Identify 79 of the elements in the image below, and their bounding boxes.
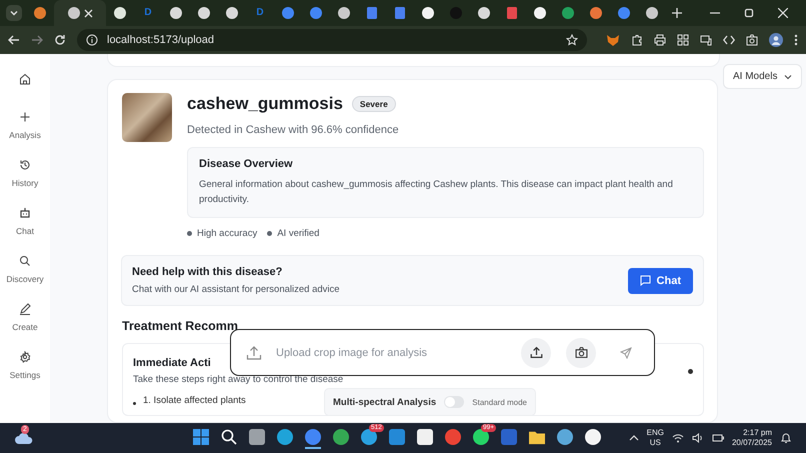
- puzzle-icon[interactable]: [631, 34, 643, 46]
- devices-icon[interactable]: [700, 34, 712, 46]
- tab-favicon-letter: D: [256, 7, 264, 19]
- restore-icon[interactable]: [744, 8, 754, 18]
- treatment-step: 1. Isolate affected plants: [143, 395, 246, 406]
- browser-tab[interactable]: D: [246, 0, 274, 26]
- code-icon[interactable]: [723, 34, 735, 46]
- camera-icon: [574, 346, 588, 359]
- language-indicator[interactable]: ENG US: [646, 428, 664, 448]
- star-icon[interactable]: [566, 34, 578, 46]
- close-icon[interactable]: [778, 8, 788, 18]
- extension-fox-icon[interactable]: [606, 34, 620, 46]
- back-icon[interactable]: [8, 34, 20, 46]
- sidebar-item[interactable]: Analysis: [9, 111, 41, 140]
- tag-label: AI verified: [267, 228, 320, 239]
- battery-icon[interactable]: [712, 433, 724, 443]
- taskbar-app[interactable]: [305, 427, 321, 449]
- camera-button[interactable]: [566, 338, 596, 368]
- sidebar-item[interactable]: Create: [12, 303, 38, 332]
- upload-input[interactable]: Upload crop image for analysis: [274, 346, 506, 360]
- photo-placeholder: [122, 93, 172, 142]
- avatar-icon[interactable]: [769, 33, 783, 47]
- history-icon: [18, 159, 31, 171]
- severity-badge: Severe: [352, 96, 396, 112]
- print-icon[interactable]: [654, 34, 666, 46]
- bell-icon[interactable]: [780, 432, 792, 444]
- reload-icon[interactable]: [54, 34, 66, 46]
- send-icon[interactable]: [620, 346, 632, 358]
- detection-confidence: Detected in Cashew with 96.6% confidence: [187, 124, 400, 136]
- address-bar[interactable]: localhost:5173/upload: [77, 29, 587, 51]
- chat-icon: [640, 275, 651, 286]
- forward-icon[interactable]: [31, 34, 43, 46]
- robot-icon: [19, 207, 31, 219]
- help-heading: Need help with this disease?: [132, 266, 284, 278]
- section-heading: Treatment Recomm: [122, 319, 240, 333]
- sidebar-item[interactable]: [19, 73, 31, 85]
- disease-title: cashew_gummosis: [187, 94, 343, 114]
- info-icon[interactable]: [86, 34, 98, 46]
- sidebar-item[interactable]: Settings: [10, 351, 40, 380]
- camera-icon[interactable]: [746, 34, 758, 46]
- bullet-icon: [133, 402, 136, 404]
- speaker-icon[interactable]: [692, 433, 704, 443]
- sidebar-item[interactable]: Chat: [16, 207, 34, 236]
- search-icon: [19, 255, 31, 267]
- chevron-icon: [784, 72, 792, 80]
- sidebar-item[interactable]: Discovery: [6, 255, 44, 284]
- treatment-card-text: Take these steps right away to control the disease: [133, 374, 344, 385]
- upload-icon: [530, 346, 542, 359]
- grid-icon[interactable]: [677, 34, 689, 46]
- browser-tab[interactable]: D: [134, 0, 162, 26]
- browser-tab[interactable]: [54, 0, 106, 26]
- tab-search-button[interactable]: [6, 5, 22, 21]
- overview-text: General information about cashew_gummosis affecting Cashew plants. This disease can impact plant health and productivity.: [199, 178, 674, 207]
- mode-status: Standard mode: [472, 398, 527, 406]
- mode-label: Multi-spectral Analysis: [333, 396, 436, 408]
- clock[interactable]: 2:17 pm 20/07/2025: [732, 428, 772, 448]
- chevron-up-icon[interactable]: [628, 433, 639, 443]
- upload-icon: [246, 344, 262, 360]
- chat-button[interactable]: Chat: [628, 268, 693, 294]
- cloud-icon[interactable]: [14, 431, 34, 445]
- wifi-icon[interactable]: [672, 433, 684, 443]
- upload-button[interactable]: [521, 338, 551, 368]
- home-icon: [19, 73, 31, 85]
- pen-icon: [18, 303, 31, 315]
- sidebar-item[interactable]: History: [12, 159, 38, 188]
- help-text: Chat with our AI assistant for personalized advice: [132, 284, 340, 295]
- chevron-down-icon: [9, 8, 19, 18]
- close-icon[interactable]: [84, 8, 92, 18]
- tab-favicon-letter: D: [144, 7, 152, 19]
- menu-icon[interactable]: [794, 34, 798, 46]
- dot-icon: [688, 369, 693, 374]
- plus-icon: [19, 111, 31, 123]
- models-dropdown[interactable]: AI Models: [723, 64, 802, 89]
- toggle-switch[interactable]: [444, 396, 464, 408]
- treatment-card-heading: Immediate Acti: [133, 357, 211, 369]
- tag-label: High accuracy: [187, 228, 258, 239]
- overview-heading: Disease Overview: [199, 158, 294, 170]
- settings-icon: [19, 351, 31, 363]
- new-tab-icon[interactable]: [672, 8, 682, 18]
